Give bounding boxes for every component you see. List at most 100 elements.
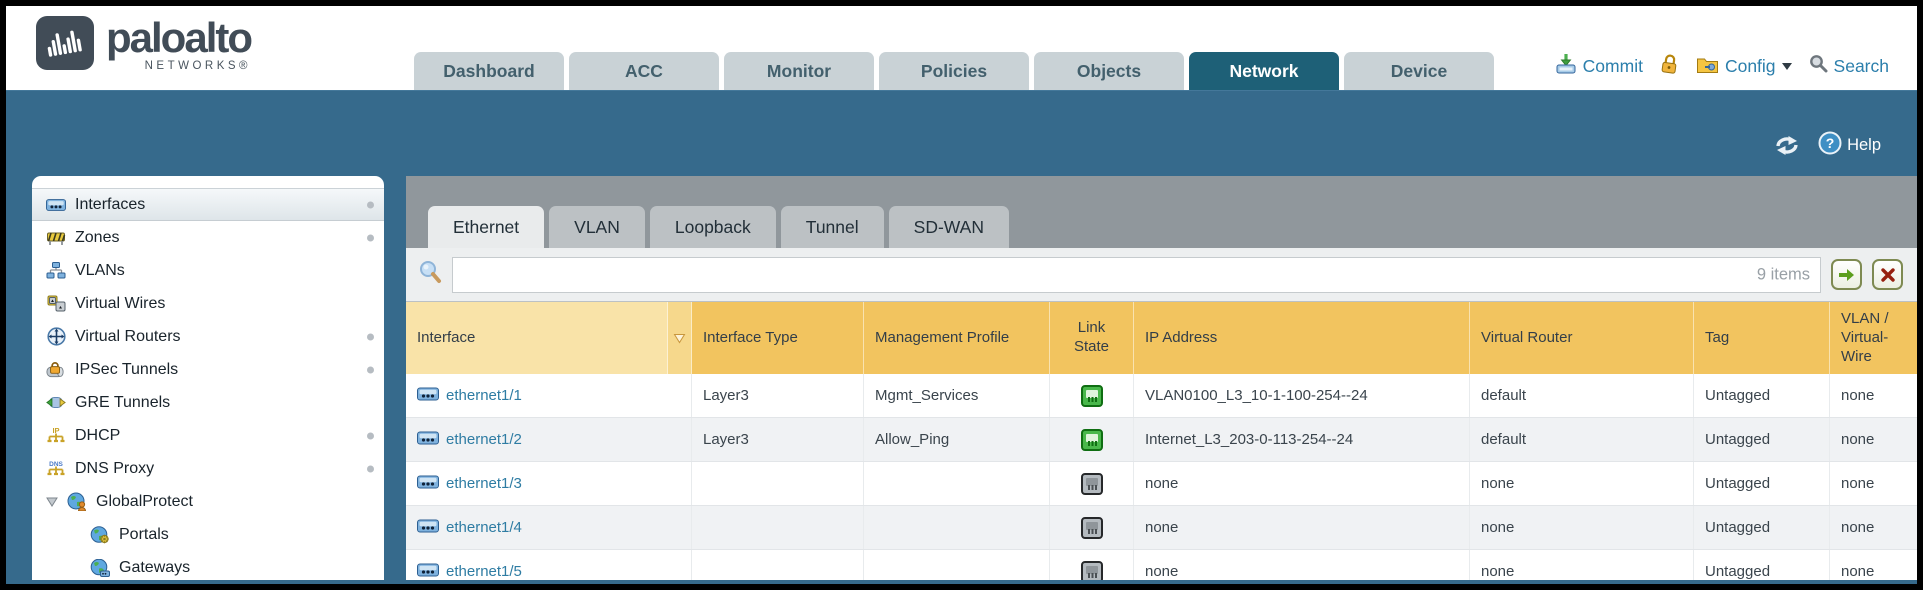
cell-vlan-wire: none (1830, 550, 1917, 580)
column-header-link-state[interactable]: Link State (1050, 302, 1134, 374)
link-state-icon (1081, 517, 1103, 539)
sidebar-item-label: Gateways (119, 559, 190, 577)
clear-filter-button[interactable] (1872, 259, 1903, 290)
link-state-icon (1081, 429, 1103, 451)
tab-loopback[interactable]: Loopback (650, 206, 776, 248)
svg-text:?: ? (1826, 135, 1835, 151)
interface-type-tabs: Ethernet VLAN Loopback Tunnel SD-WAN (406, 176, 1917, 248)
tab-objects[interactable]: Objects (1034, 52, 1184, 90)
tab-network[interactable]: Network (1189, 52, 1339, 90)
refresh-button[interactable] (1774, 136, 1800, 155)
filter-input[interactable] (452, 257, 1821, 293)
tab-dashboard[interactable]: Dashboard (414, 52, 564, 90)
sidebar-item-dns-proxy[interactable]: DNS DNS Proxy (32, 452, 384, 485)
tab-tunnel[interactable]: Tunnel (781, 206, 884, 248)
network-sidebar: Interfaces Zones VLANs Virtual Wires (32, 176, 384, 580)
filter-magnifier-icon (418, 260, 442, 289)
interface-link[interactable]: ethernet1/4 (446, 519, 522, 536)
column-header-tag[interactable]: Tag (1694, 302, 1830, 374)
lock-button[interactable] (1660, 53, 1679, 79)
tab-monitor[interactable]: Monitor (724, 52, 874, 90)
lock-icon (1660, 53, 1679, 79)
commit-button[interactable]: Commit (1555, 53, 1643, 79)
sidebar-item-interfaces[interactable]: Interfaces (32, 188, 384, 221)
column-header-vlan-wire[interactable]: VLAN / Virtual-Wire (1830, 302, 1917, 374)
vlans-icon (46, 262, 66, 280)
dns-proxy-icon: DNS (46, 460, 66, 478)
cell-vlan-wire: none (1830, 374, 1917, 417)
refresh-icon (1774, 136, 1800, 155)
sidebar-item-label: Virtual Routers (75, 328, 181, 346)
column-sort-dropdown[interactable] (668, 302, 692, 374)
tab-vlan[interactable]: VLAN (549, 206, 645, 248)
tab-device[interactable]: Device (1344, 52, 1494, 90)
column-header-interface[interactable]: Interface (406, 302, 668, 374)
table-row: ethernet1/2 Layer3 Allow_Ping Internet_L… (406, 418, 1917, 462)
ethernet-interface-icon (417, 431, 439, 449)
sidebar-item-gateways[interactable]: Gateways (32, 551, 384, 580)
paloalto-logo-icon (36, 16, 94, 75)
sidebar-item-vlans[interactable]: VLANs (32, 254, 384, 287)
sidebar-item-virtual-wires[interactable]: Virtual Wires (32, 287, 384, 320)
tab-acc[interactable]: ACC (569, 52, 719, 90)
interface-link[interactable]: ethernet1/1 (446, 387, 522, 404)
cell-tag: Untagged (1694, 374, 1830, 417)
top-header: paloalto NETWORKS® Dashboard ACC Monitor… (6, 6, 1917, 90)
sidebar-item-zones[interactable]: Zones (32, 221, 384, 254)
tab-ethernet[interactable]: Ethernet (428, 206, 544, 248)
sidebar-item-label: GlobalProtect (96, 493, 193, 511)
sidebar-item-gre-tunnels[interactable]: GRE Tunnels (32, 386, 384, 419)
cell-interface-type (692, 506, 864, 549)
help-button[interactable]: ? Help (1818, 131, 1881, 160)
sidebar-item-portals[interactable]: Portals (32, 518, 384, 551)
column-header-interface-type[interactable]: Interface Type (692, 302, 864, 374)
table-row: ethernet1/1 Layer3 Mgmt_Services VLAN010… (406, 374, 1917, 418)
main-nav-tabs: Dashboard ACC Monitor Policies Objects N… (414, 52, 1494, 90)
search-label: Search (1834, 56, 1889, 77)
interfaces-icon (46, 196, 66, 214)
interface-link[interactable]: ethernet1/5 (446, 563, 522, 580)
cell-virtual-router: none (1470, 462, 1694, 505)
commit-label: Commit (1583, 56, 1643, 77)
cell-interface-type: Layer3 (692, 374, 864, 417)
cell-interface-type: Layer3 (692, 418, 864, 461)
tab-policies[interactable]: Policies (879, 52, 1029, 90)
ipsec-tunnels-icon (46, 361, 66, 379)
gre-tunnels-icon (46, 394, 66, 412)
cell-tag: Untagged (1694, 418, 1830, 461)
config-menu[interactable]: Config (1696, 54, 1792, 79)
sort-caret-icon (673, 333, 686, 344)
config-icon (1696, 54, 1719, 79)
expander-icon[interactable] (46, 497, 58, 507)
sidebar-item-virtual-routers[interactable]: Virtual Routers (32, 320, 384, 353)
cell-management-profile: Allow_Ping (864, 418, 1050, 461)
sidebar-item-label: IPSec Tunnels (75, 361, 178, 379)
search-button[interactable]: Search (1809, 54, 1889, 78)
cell-ip-address: VLAN0100_L3_10-1-100-254--24 (1134, 374, 1470, 417)
sidebar-item-dhcp[interactable]: IP DHCP (32, 419, 384, 452)
cell-virtual-router: default (1470, 418, 1694, 461)
interfaces-panel: Ethernet VLAN Loopback Tunnel SD-WAN 9 i… (406, 176, 1917, 580)
cell-ip-address: Internet_L3_203-0-113-254--24 (1134, 418, 1470, 461)
table-header: Interface Interface Type Management Prof… (406, 302, 1917, 374)
interface-link[interactable]: ethernet1/3 (446, 475, 522, 492)
sidebar-item-label: VLANs (75, 262, 125, 280)
cell-vlan-wire: none (1830, 506, 1917, 549)
cell-interface-type (692, 550, 864, 580)
sidebar-item-globalprotect[interactable]: GlobalProtect (32, 485, 384, 518)
column-header-virtual-router[interactable]: Virtual Router (1470, 302, 1694, 374)
column-header-management-profile[interactable]: Management Profile (864, 302, 1050, 374)
filter-toolbar: 9 items (406, 248, 1917, 302)
interface-link[interactable]: ethernet1/2 (446, 431, 522, 448)
sidebar-item-ipsec-tunnels[interactable]: IPSec Tunnels (32, 353, 384, 386)
cell-tag: Untagged (1694, 550, 1830, 580)
red-x-icon (1881, 268, 1895, 282)
config-label: Config (1725, 56, 1776, 77)
interfaces-table: Interface Interface Type Management Prof… (406, 302, 1917, 580)
header-utilities: Commit (1555, 53, 1889, 79)
apply-filter-button[interactable] (1831, 259, 1862, 290)
table-row: ethernet1/5 none none Untagged none (406, 550, 1917, 580)
column-header-ip-address[interactable]: IP Address (1134, 302, 1470, 374)
tab-sdwan[interactable]: SD-WAN (889, 206, 1009, 248)
cell-interface-type (692, 462, 864, 505)
